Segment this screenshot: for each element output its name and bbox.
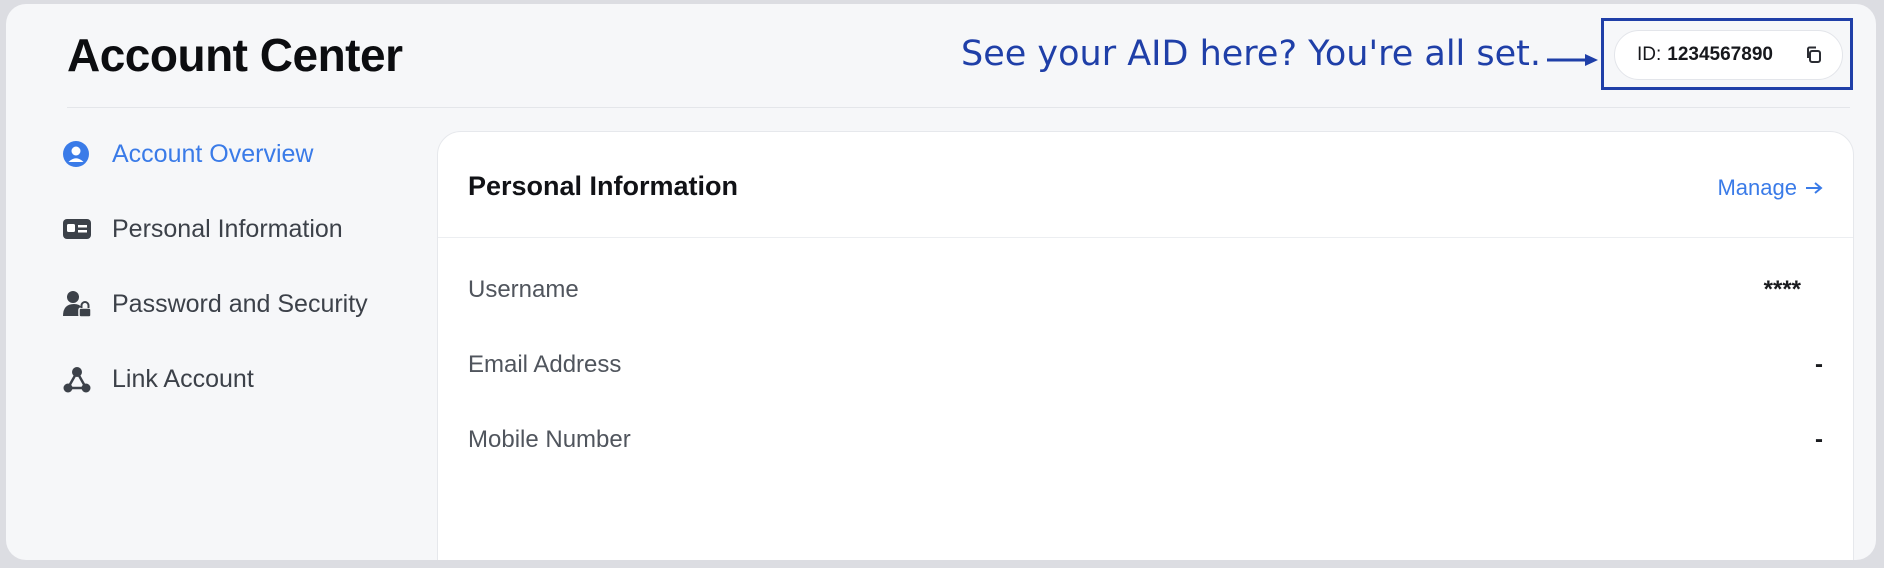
aid-annotation-text: See your AID here? You're all set. [961,34,1542,74]
sidebar-item-password-security[interactable]: Password and Security [62,284,368,324]
row-label: Email Address [468,351,622,378]
row-value: **** [1763,276,1801,303]
user-lock-icon [62,289,96,319]
row-value: - [1815,351,1823,378]
id-card-icon [62,214,96,244]
manage-link[interactable]: Manage [1717,175,1823,201]
link-nodes-icon [62,364,96,394]
sidebar-item-label: Password and Security [112,289,368,318]
sidebar-item-account-overview[interactable]: Account Overview [62,134,313,174]
card-title: Personal Information [468,171,739,201]
user-circle-icon [62,139,96,169]
account-id-value: 1234567890 [1667,44,1773,65]
header-divider [67,107,1850,108]
copy-icon[interactable] [1804,45,1824,71]
manage-link-label: Manage [1717,175,1797,200]
row-label: Mobile Number [468,426,631,453]
sidebar-item-link-account[interactable]: Link Account [62,359,254,399]
row-label: Username [468,276,579,303]
page-title: Account Center [67,29,403,81]
sidebar-item-label: Personal Information [112,214,343,243]
arrow-right-icon [1806,182,1823,194]
info-row-username: Username **** [468,270,1823,310]
sidebar-item-personal-information[interactable]: Personal Information [62,209,343,249]
personal-information-card: Personal Information Manage Username ***… [437,131,1854,560]
card-header: Personal Information Manage [438,132,1853,238]
info-row-email: Email Address - [468,345,1823,385]
sidebar-item-label: Account Overview [112,139,314,168]
sidebar-item-label: Link Account [112,364,254,393]
account-id-label: ID: [1637,44,1662,65]
info-row-mobile: Mobile Number - [468,420,1823,460]
account-center-window: Account Center See your AID here? You're… [6,4,1876,560]
annotation-arrow-icon [1547,54,1598,66]
account-id-badge: ID: 1234567890 [1614,30,1843,80]
row-value: - [1815,426,1823,453]
